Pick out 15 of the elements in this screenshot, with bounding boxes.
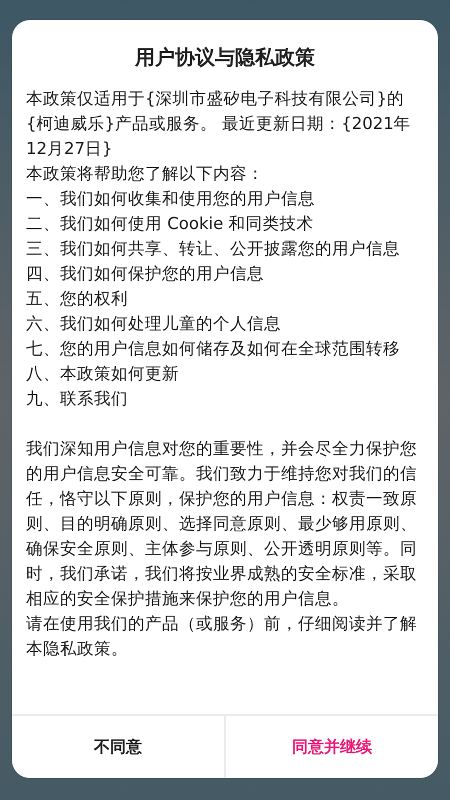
intro-text: 本政策仅适用于{深圳市盛矽电子科技有限公司}的{柯迪威乐}产品或服务。 最近更新日期：{2021年12月27日} bbox=[26, 88, 412, 160]
body-paragraph: 请在使用我们的产品（或服务）前，仔细阅读并了解本隐私政策。 bbox=[26, 613, 418, 660]
contents-item: 二、我们如何使用 Cookie 和同类技术 bbox=[26, 213, 314, 235]
dialog-button[interactable]: 同意并继续 bbox=[224, 716, 438, 778]
contents-item: 六、我们如何处理儿童的个人信息 bbox=[26, 313, 282, 335]
dialog-title: 用户协议与隐私政策 bbox=[134, 44, 316, 71]
body-paragraph: 我们深知用户信息对您的重要性，并会尽全力保护您的用户信息安全可靠。我们致力于维持您对我们的信任，恪守以下原则，保护您的用户信息：权责一致原则、目的明确原则、选择同意原则、最少够用原则、确保安全原则、主体参与原则、公开透明原则等。同时，我们承诺，我们将按业界成熟的安全标准，采取相应的安全保护措施来保护您的用户信息。 bbox=[26, 438, 418, 610]
lead-text: 本政策将帮助您了解以下内容： bbox=[26, 163, 265, 185]
contents-item: 四、我们如何保护您的用户信息 bbox=[26, 263, 265, 285]
contents-item: 九、联系我们 bbox=[26, 388, 129, 410]
contents-item: 一、我们如何收集和使用您的用户信息 bbox=[26, 188, 316, 210]
contents-item: 七、您的用户信息如何储存及如何在全球范围转移 bbox=[26, 338, 401, 360]
contents-item: 三、我们如何共享、转让、公开披露您的用户信息 bbox=[26, 238, 401, 260]
contents-item: 八、本政策如何更新 bbox=[26, 363, 180, 385]
contents-item: 五、您的权利 bbox=[26, 288, 129, 310]
